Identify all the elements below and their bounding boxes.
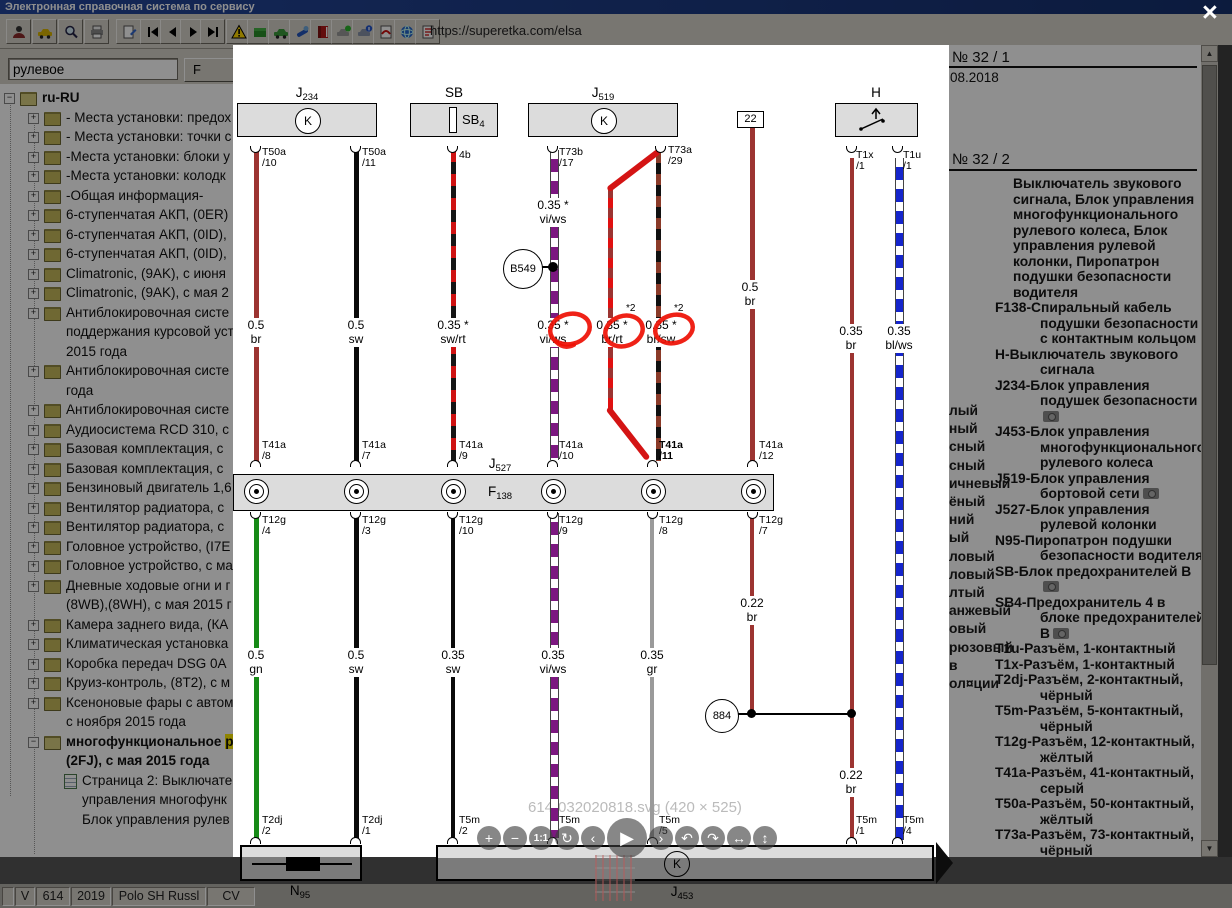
close-icon[interactable]: ×	[1202, 0, 1218, 28]
viewer-rotate-left-button[interactable]: ↶	[675, 826, 699, 850]
viewer-flip-vertical-button[interactable]: ↕	[753, 826, 777, 850]
component-box-j519[interactable]	[528, 103, 678, 137]
fuse-box-22: 22	[737, 111, 764, 128]
slip-ring-bar-f138[interactable]	[233, 474, 774, 511]
next-image-arrow-icon[interactable]	[936, 842, 953, 884]
viewer-play-button[interactable]: ▶	[607, 818, 647, 858]
viewer-flip-horizontal-button[interactable]: ↔	[727, 826, 751, 850]
fuse-icon	[449, 107, 457, 133]
component-box-n95[interactable]	[240, 845, 362, 881]
image-viewer-canvas	[233, 45, 949, 857]
horn-switch-icon	[853, 105, 897, 135]
viewer-next-button[interactable]: ›	[649, 826, 673, 850]
igniter-icon	[286, 857, 320, 871]
viewer-prev-button[interactable]: ‹	[581, 826, 605, 850]
component-box-j234[interactable]	[237, 103, 377, 137]
viewer-zoom-out-button[interactable]: −	[503, 826, 527, 850]
viewer-reset-button[interactable]: ↻	[555, 826, 579, 850]
image-viewer-toolbar: +−1:1↻‹▶›↶↷↔↕	[476, 814, 778, 862]
viewer-one-to-one-button[interactable]: 1:1	[529, 826, 553, 850]
viewer-rotate-right-button[interactable]: ↷	[701, 826, 725, 850]
viewer-zoom-in-button[interactable]: +	[477, 826, 501, 850]
fuse-label-sb4: SB4	[462, 112, 485, 130]
